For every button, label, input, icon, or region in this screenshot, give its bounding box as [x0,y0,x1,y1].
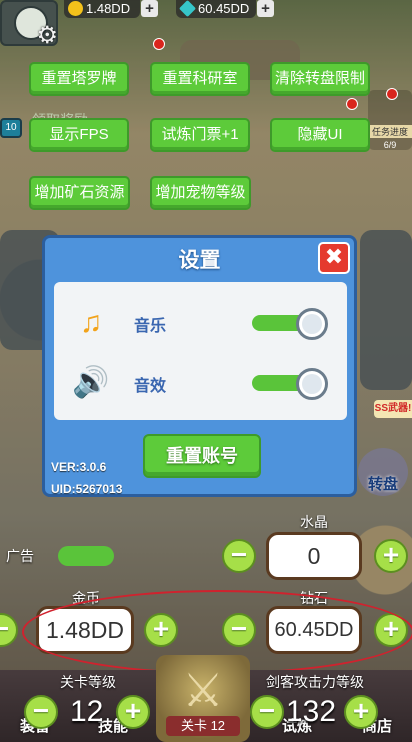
sword-attack-plus-button[interactable]: + [344,695,378,729]
ad-label: 广告 [6,548,34,564]
sound-toggle-knob [296,368,328,400]
reset-account-button[interactable]: 重置账号 [143,434,261,478]
version-text: VER:3.0.6 [51,460,107,474]
hide-ui-button[interactable]: 隐藏UI [270,118,370,152]
reset-lab-button[interactable]: 重置科研室 [150,62,250,96]
reset-tarot-button[interactable]: 重置塔罗牌 [29,62,129,96]
sound-row: 🔊 音效 [54,358,347,408]
stage-level-plus-button[interactable]: + [116,695,150,729]
tab-stage-label: 关卡 12 [166,716,240,736]
music-toggle[interactable] [252,308,328,340]
quest-progress-label: 任务进度 [368,125,412,138]
settings-panel: ♫ 音乐 🔊 音效 [54,282,347,420]
stage-level-value[interactable]: 12 [70,694,103,730]
settings-title: 设置 [178,249,221,272]
boss-weapon-banner[interactable]: SS武器! [374,400,412,418]
sound-label: 音效 [134,378,167,395]
gem-icon [179,0,196,17]
gold-counter: 1.48DD + [64,0,158,18]
level-badge: 10 [0,118,22,138]
music-row: ♫ 音乐 [54,298,347,348]
lucky-wheel-button[interactable]: 转盘 [358,448,408,496]
add-ore-button[interactable]: 增加矿石资源 [29,176,130,210]
show-fps-button[interactable]: 显示FPS [29,118,129,152]
settings-gear-icon[interactable]: ⚙ [36,21,56,44]
notification-dot [346,98,358,110]
speaker-icon: 🔊 [72,366,110,399]
music-toggle-knob [296,308,328,340]
lucky-wheel-label: 转盘 [367,476,398,493]
sound-toggle[interactable] [252,368,328,400]
tab-stage[interactable]: ⚔ 关卡 12 [156,655,250,742]
close-icon[interactable]: ✖ [318,242,350,274]
trial-ticket-button[interactable]: 试炼门票+1 [150,118,250,152]
crystal-label: 水晶 [300,514,328,530]
add-pet-level-button[interactable]: 增加宠物等级 [150,176,251,210]
music-note-icon: ♫ [79,306,103,339]
gem-amount: 60.45DD [198,1,250,16]
gem-counter: 60.45DD + [176,0,274,18]
clear-wheel-limit-button[interactable]: 清除转盘限制 [270,62,370,96]
gold-amount: 1.48DD [86,1,131,16]
sword-attack-level-label: 剑客攻击力等级 [266,674,364,690]
crossed-swords-icon: ⚔ [182,664,224,716]
gold-coin-icon [68,1,83,16]
sword-attack-level-value[interactable]: 132 [286,694,336,730]
sword-attack-minus-button[interactable]: − [250,695,284,729]
settings-dialog: 设置 ✖ ♫ 音乐 🔊 音效 重置账号 VER:3.0.6 UID:526701… [42,235,357,497]
stage-level-label: 关卡等级 [60,674,116,690]
crystal-value[interactable]: 0 [266,532,362,580]
add-gold-button[interactable]: + [141,0,158,17]
crystal-plus-button[interactable]: + [374,539,408,573]
player-avatar[interactable]: ⚙ [0,0,58,46]
quest-progress-count: 6/9 [383,140,397,150]
ad-toggle[interactable] [58,546,114,566]
notification-dot [153,38,165,50]
crystal-minus-button[interactable]: − [222,539,256,573]
stage-level-minus-button[interactable]: − [24,695,58,729]
uid-text: UID:5267013 [51,482,123,496]
notification-dot [386,88,398,100]
add-gem-button[interactable]: + [257,0,274,17]
music-label: 音乐 [134,318,167,335]
